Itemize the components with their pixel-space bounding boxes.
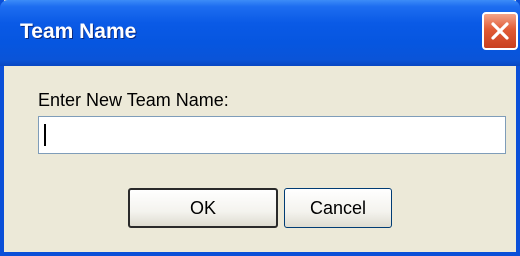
text-caret <box>44 124 46 146</box>
dialog-title: Team Name <box>20 20 137 43</box>
team-name-label: Enter New Team Name: <box>38 90 229 110</box>
team-name-dialog: Team Name Enter New Team Name: OK Cancel <box>0 0 520 256</box>
ok-button[interactable]: OK <box>128 188 278 228</box>
close-icon <box>491 22 509 40</box>
close-button[interactable] <box>482 12 518 50</box>
cancel-button[interactable]: Cancel <box>284 188 392 228</box>
team-name-input[interactable] <box>38 116 506 154</box>
dialog-titlebar[interactable]: Team Name <box>0 0 520 66</box>
